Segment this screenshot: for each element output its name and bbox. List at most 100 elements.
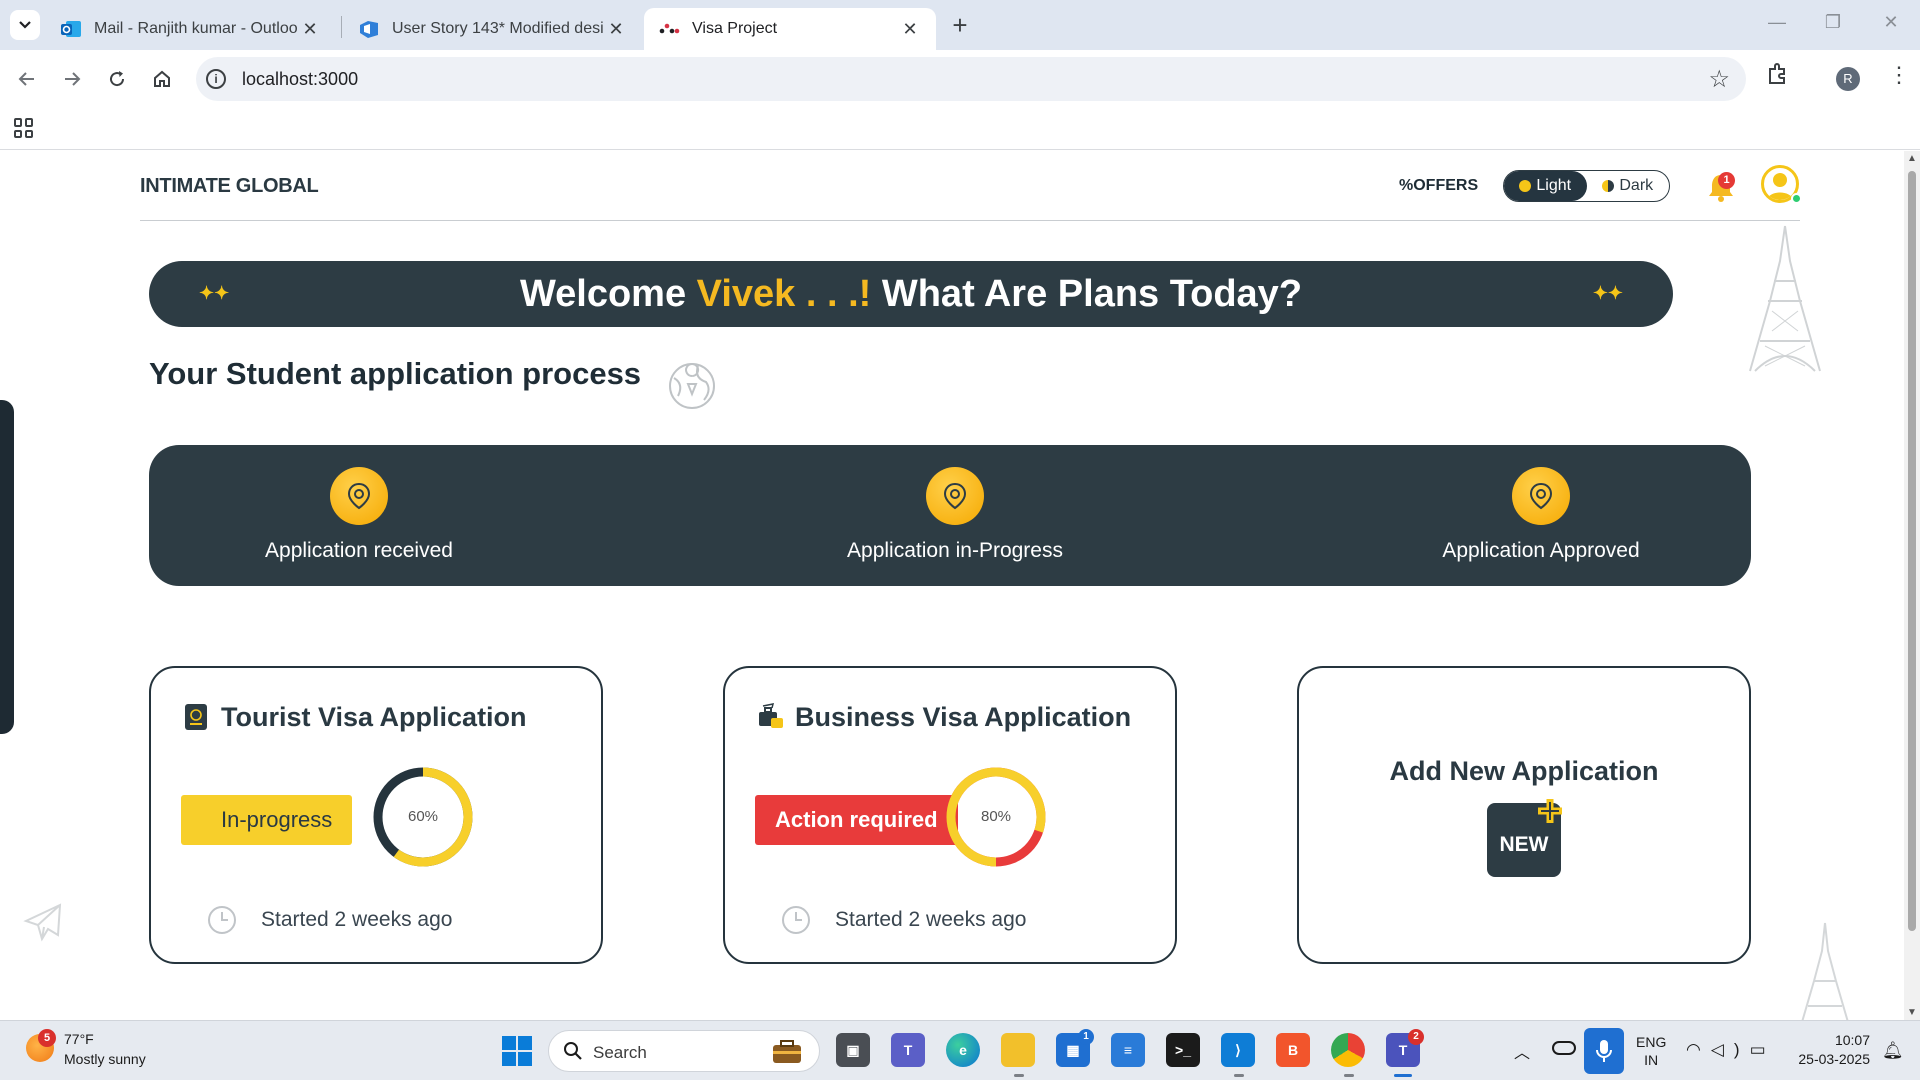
windows-start-icon[interactable] [502,1036,532,1066]
back-button[interactable] [12,64,42,94]
system-tray-icons[interactable]: ◠◁)▭ [1686,1040,1776,1060]
close-window-icon[interactable]: ✕ [1876,12,1906,33]
sun-icon [1519,180,1532,192]
site-info-icon[interactable]: i [206,69,226,89]
search-icon [564,1042,582,1060]
arrow-right-icon [65,72,81,86]
bookmark-star-icon[interactable]: ☆ [1708,65,1730,94]
offers-link[interactable]: %OFFERS [1399,177,1478,195]
url-text[interactable]: localhost:3000 [242,69,358,90]
brave-icon[interactable]: B [1276,1033,1310,1067]
globe-pin-icon [669,363,715,409]
chevron-down-icon [19,21,31,29]
home-icon [154,70,170,87]
step-application-in-progress[interactable]: Application in-Progress [815,445,1095,586]
notepad-icon[interactable]: ≡ [1111,1033,1145,1067]
onedrive-icon[interactable] [1552,1041,1576,1055]
brand-logo[interactable]: INTIMATE GLOBAL [140,175,319,198]
visa-project-icon [658,18,680,40]
tab-search-button[interactable] [10,10,40,40]
forward-button[interactable] [57,64,87,94]
minimize-icon[interactable]: — [1762,12,1792,33]
side-drawer-handle[interactable] [0,400,14,734]
browser-menu-icon[interactable]: ⋮ [1888,62,1910,88]
weather-description[interactable]: Mostly sunny [64,1051,146,1067]
theme-light-label: Light [1536,177,1572,194]
theme-toggle[interactable]: Light Dark [1503,170,1670,202]
reload-button[interactable] [102,64,132,94]
airplane-icon [23,903,62,942]
business-visa-card[interactable]: Business Visa Application Action require… [723,666,1177,964]
tray-overflow-chevron-icon[interactable]: ︿ [1514,1039,1530,1063]
edge-icon[interactable]: e [946,1033,980,1067]
tab-title: User Story 143* Modified desig [392,20,604,37]
step-label: Application Approved [1442,539,1640,562]
tab-visa-project[interactable]: Visa Project ✕ [644,8,936,50]
step-application-received[interactable]: Application received [249,445,469,586]
notification-center-icon[interactable]: 🔔︎ [1882,1041,1904,1061]
taskbar-search[interactable]: Search [548,1030,820,1072]
started-text: Started 2 weeks ago [835,908,1027,931]
terminal-icon[interactable]: >_ [1166,1033,1200,1067]
theme-light-option[interactable]: Light [1504,171,1587,201]
theme-dark-label: Dark [1619,177,1654,194]
sparkle-icon: ✦✦ [1592,283,1623,303]
azure-devops-icon [358,18,380,40]
tab-title: Visa Project [692,20,778,37]
file-manager-icon[interactable]: ▣ [836,1033,870,1067]
tourist-visa-card[interactable]: Tourist Visa Application In-progress 60%… [149,666,603,964]
home-button[interactable] [147,64,177,94]
add-new-application-card[interactable]: Add New Application NEW [1297,666,1751,964]
location-pin-icon [330,467,388,525]
running-indicator [1344,1074,1354,1077]
profile-avatar[interactable]: R [1836,67,1860,91]
scrollbar-thumb[interactable] [1908,171,1916,931]
notification-badge: 1 [1718,172,1735,189]
tab-outlook[interactable]: Mail - Ranjith kumar - Outlook ✕ [46,8,336,50]
theme-dark-option[interactable]: Dark [1587,171,1670,201]
vscode-icon[interactable]: ⟩ [1221,1033,1255,1067]
welcome-suffix: What Are Plans Today? [871,272,1303,315]
moon-icon [1602,180,1615,192]
scroll-down-icon[interactable]: ▼ [1907,1007,1917,1018]
tab-user-story[interactable]: User Story 143* Modified desig ✕ [344,8,642,50]
new-tab-button[interactable]: + [946,12,974,38]
app-badge: 2 [1408,1029,1424,1045]
restore-icon[interactable]: ❐ [1818,12,1848,33]
eiffel-tower-small-icon [1801,922,1849,1020]
windows-taskbar: 5 77°F Mostly sunny Search ▣ T e ▦ 1 ≡ >… [0,1020,1920,1080]
close-tab-icon[interactable]: ✕ [604,19,628,40]
card-title: Tourist Visa Application [221,702,527,732]
language-indicator[interactable]: ENG IN [1636,1033,1666,1069]
page-scrollbar[interactable]: ▲ ▼ [1904,151,1920,1020]
step-label: Application in-Progress [847,539,1063,562]
scroll-up-icon[interactable]: ▲ [1907,153,1917,164]
application-process-stepper: Application received Application in-Prog… [149,445,1751,586]
clock-time: 10:07 [1834,1032,1870,1048]
file-explorer-icon[interactable] [1001,1033,1035,1067]
chrome-icon[interactable] [1331,1033,1365,1067]
card-title: Add New Application [1389,756,1659,786]
extensions-icon[interactable] [1766,63,1788,91]
welcome-user-name: Vivek . . .! [696,272,872,315]
status-badge[interactable]: Action required [755,795,958,845]
site-header: INTIMATE GLOBAL %OFFERS Light Dark 1 [140,151,1802,221]
url-bar[interactable]: i localhost:3000 ☆ [196,57,1746,101]
volume-icon[interactable]: ◁) [1711,1040,1750,1059]
clock-date[interactable]: 10:07 25-03-2025 [1790,1031,1870,1069]
wifi-icon[interactable]: ◠ [1686,1040,1711,1059]
apps-grid-icon[interactable] [14,118,34,138]
step-application-approved[interactable]: Application Approved [1411,445,1671,586]
status-badge: In-progress [181,795,353,845]
clock-icon [782,906,810,934]
battery-icon[interactable]: ▭ [1750,1040,1776,1059]
step-label: Application received [265,539,453,562]
microphone-button[interactable] [1584,1028,1624,1074]
running-indicator [1014,1074,1024,1077]
passport-icon [185,704,207,730]
close-tab-icon[interactable]: ✕ [898,19,922,40]
close-tab-icon[interactable]: ✕ [298,19,322,40]
teams-icon[interactable]: T [891,1033,925,1067]
weather-temperature[interactable]: 77°F [64,1031,94,1047]
app-badge: 1 [1078,1029,1094,1045]
